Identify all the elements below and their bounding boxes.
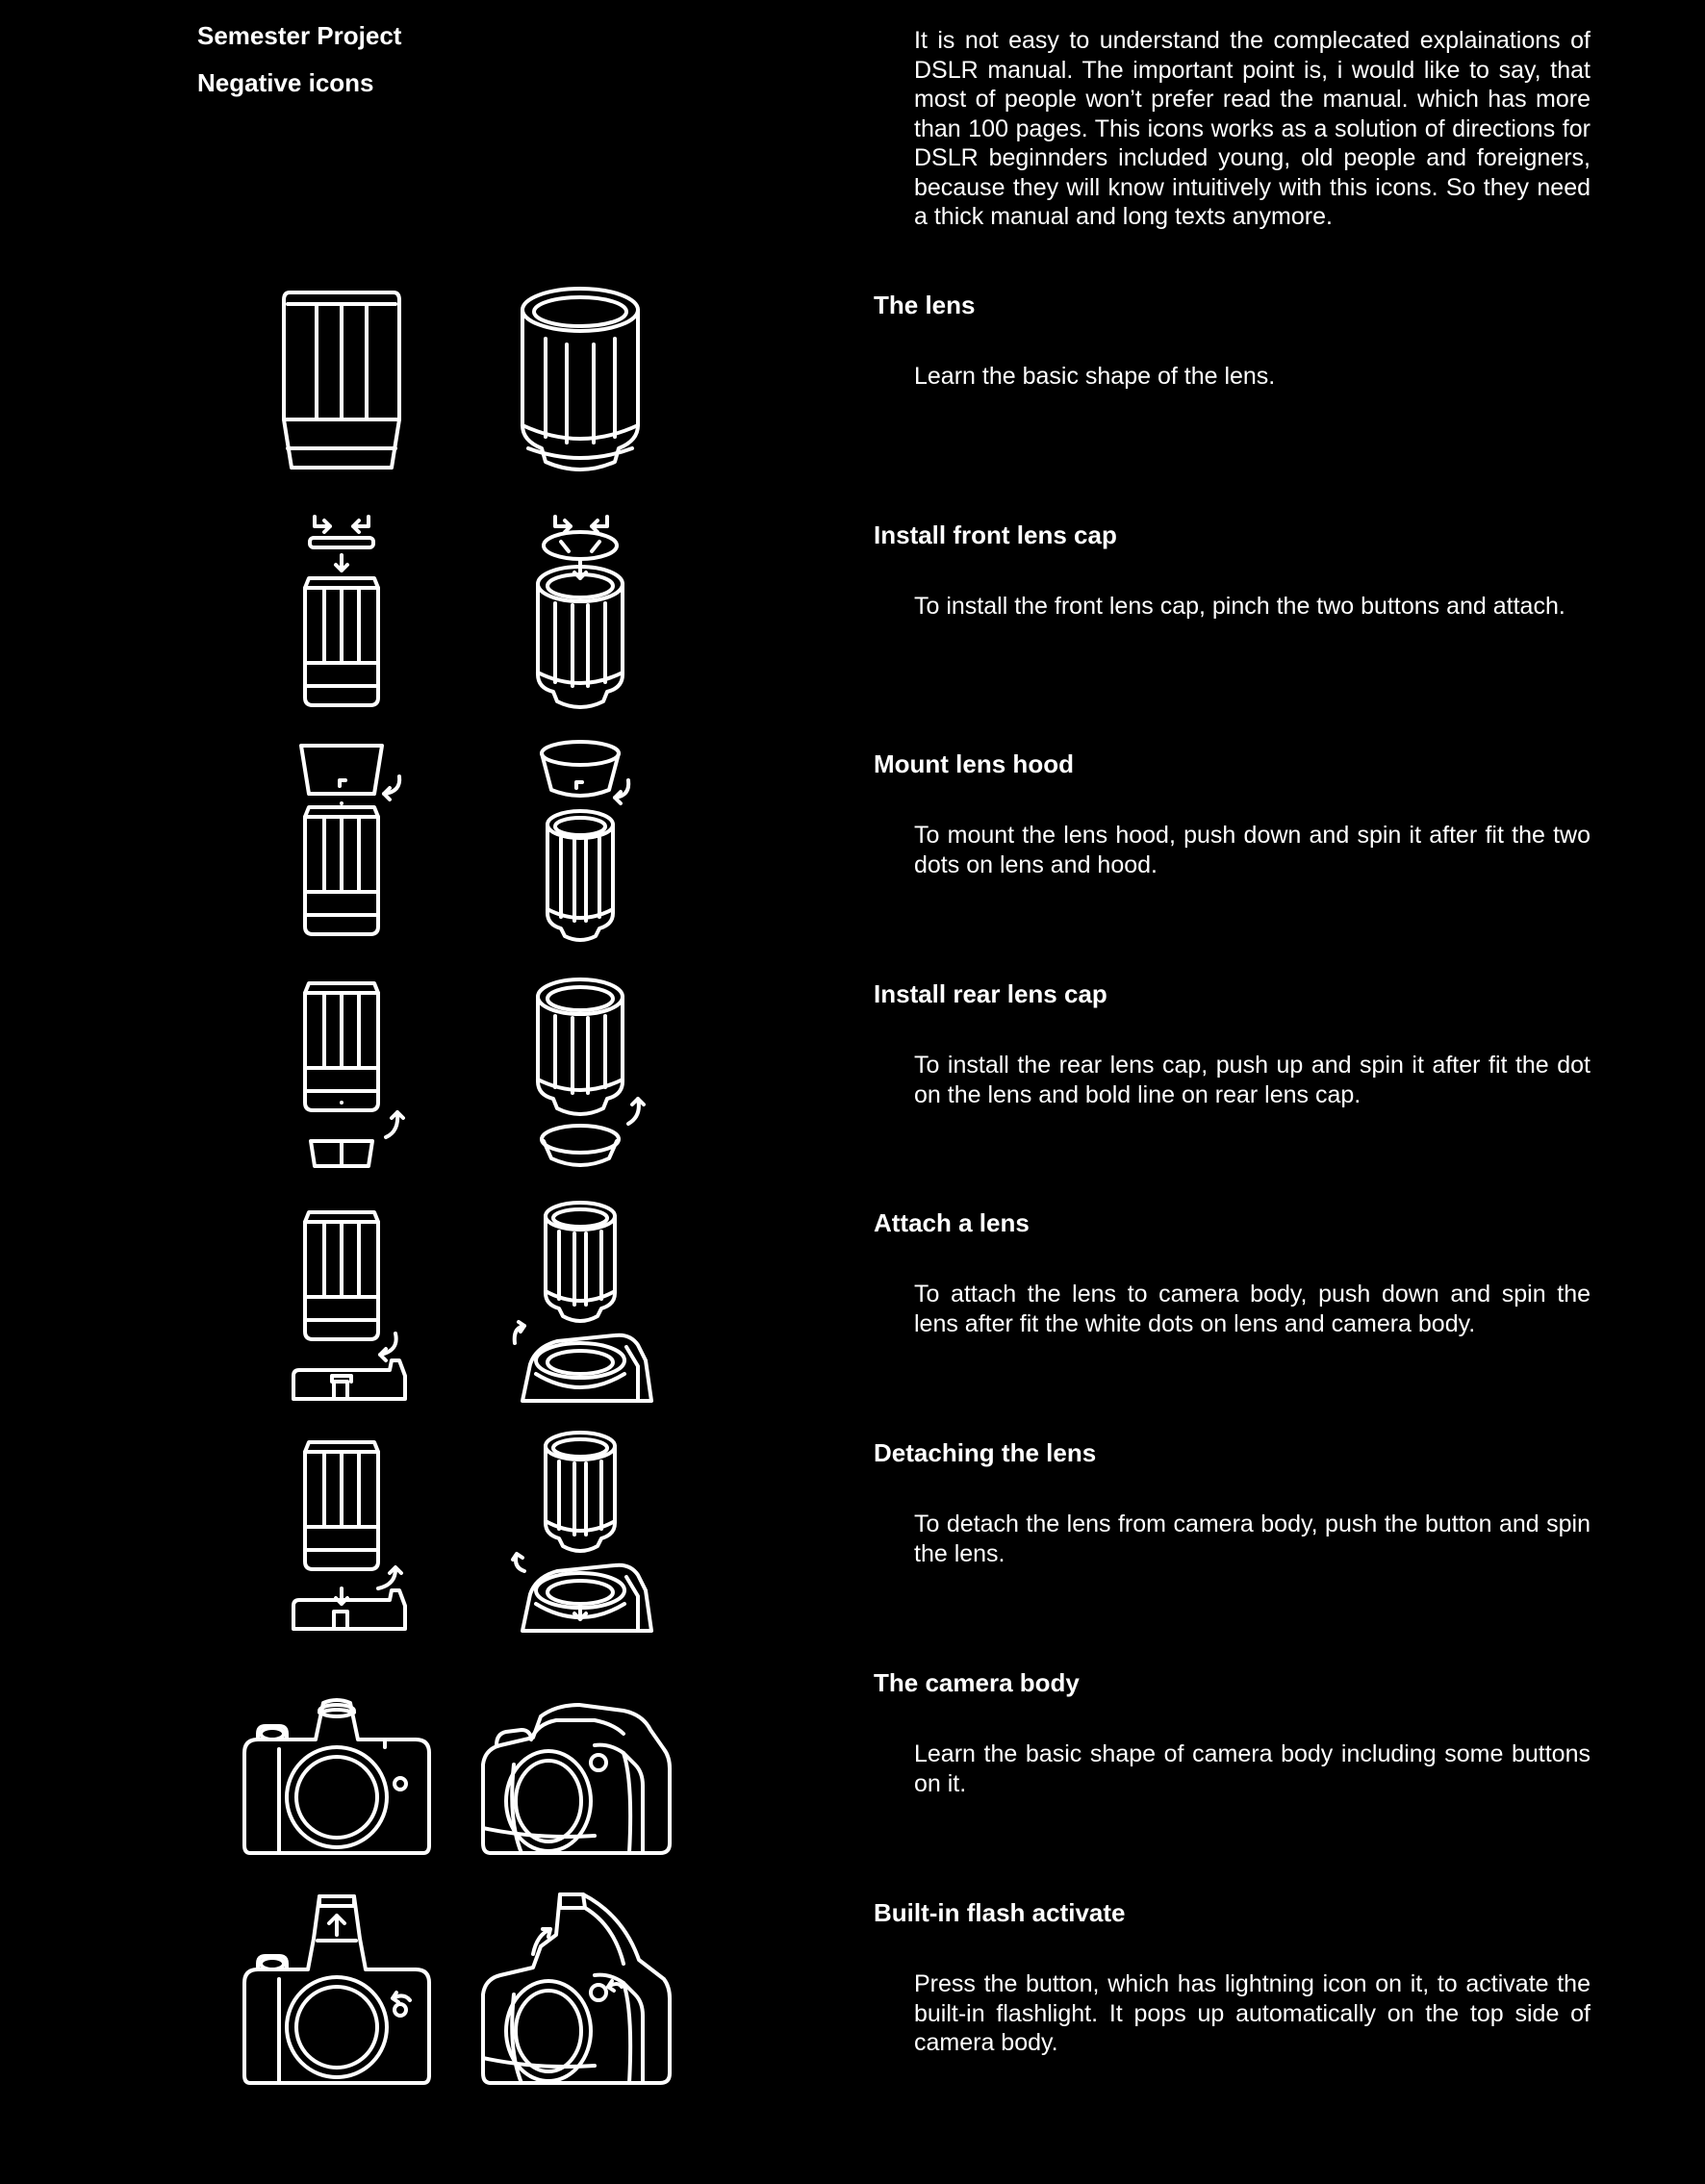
section-title: Attach a lens [874, 1208, 1030, 1237]
section-title: Install rear lens cap [874, 979, 1107, 1008]
attach-lens-iso-icon [512, 1201, 653, 1403]
detach-lens-iso-icon [511, 1431, 653, 1633]
rear-cap-iso-icon [536, 978, 646, 1167]
section-description: Press the button, which has lightning ic… [914, 1970, 1590, 2056]
detach-lens-flat-icon [292, 1440, 407, 1631]
section-front-lens-cap: Install front lens cap To install the fr… [0, 515, 1705, 748]
intro-paragraph: It is not easy to understand the complec… [914, 27, 1590, 230]
section-description: Learn the basic shape of camera body inc… [914, 1740, 1590, 1797]
section-built-in-flash: Built-in flash activate Press the button… [0, 1892, 1705, 2125]
section-description: Learn the basic shape of the lens. [914, 363, 1276, 390]
section-description: To install the rear lens cap, push up an… [914, 1052, 1590, 1108]
section-description: To mount the lens hood, push down and sp… [914, 822, 1590, 878]
section-title: Mount lens hood [874, 749, 1074, 778]
lens-hood-iso-icon [540, 740, 631, 942]
flash-iso-icon [481, 1892, 672, 2085]
attach-lens-flat-icon [292, 1210, 407, 1401]
lens-flat-icon [282, 291, 401, 470]
lens-iso-icon [521, 287, 640, 471]
section-title: The lens [874, 291, 976, 319]
page-subtitle: Negative icons [197, 68, 374, 97]
section-title: Built-in flash activate [874, 1898, 1126, 1927]
section-the-lens: The lens Learn the basic shape of the le… [0, 287, 1705, 518]
section-title: The camera body [874, 1668, 1080, 1697]
flash-front-icon [242, 1894, 431, 2085]
rear-cap-flat-icon [303, 981, 405, 1168]
section-attach-lens: Attach a lens To attach the lens to came… [0, 1201, 1705, 1435]
section-camera-body: The camera body Learn the basic shape of… [0, 1666, 1705, 1895]
lens-hood-flat-icon [299, 744, 402, 936]
section-lens-hood: Mount lens hood To mount the lens hood, … [0, 740, 1705, 977]
section-description: To install the front lens cap, pinch the… [914, 593, 1565, 620]
camera-body-iso-icon [481, 1703, 672, 1855]
project-label: Semester Project [197, 21, 402, 50]
camera-body-front-icon [242, 1698, 431, 1855]
front-cap-iso-icon [536, 515, 624, 709]
section-description: To attach the lens to camera body, push … [914, 1281, 1590, 1337]
section-rear-lens-cap: Install rear lens cap To install the rea… [0, 978, 1705, 1206]
front-cap-flat-icon [303, 515, 380, 707]
section-title: Detaching the lens [874, 1438, 1097, 1467]
section-title: Install front lens cap [874, 521, 1117, 549]
section-detach-lens: Detaching the lens To detach the lens fr… [0, 1431, 1705, 1665]
section-description: To detach the lens from camera body, pus… [914, 1511, 1590, 1567]
